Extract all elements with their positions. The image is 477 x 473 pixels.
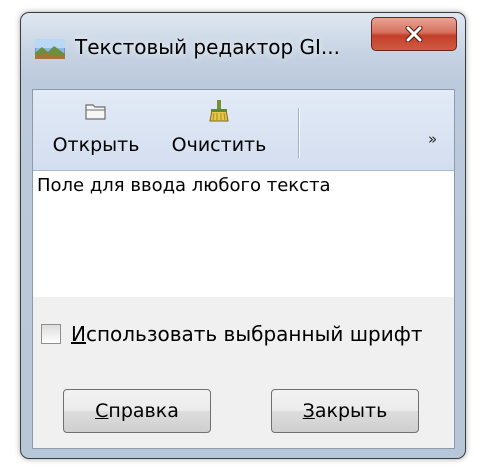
broom-icon [209,100,229,122]
use-selected-font-label: Использовать выбранный шрифт [71,322,422,346]
folder-icon [85,104,106,120]
dialog-window: Текстовый редактор GI... Открыть Очистит… [20,12,466,459]
close-label: акрыть [314,400,388,422]
close-button[interactable]: Закрыть [271,389,419,433]
close-window-button[interactable] [371,17,457,51]
close-mnemonic: З [302,400,315,422]
checkbox-label-text: спользовать выбранный шрифт [85,322,423,346]
toolbar: Открыть Очистить » [33,90,454,171]
use-selected-font-checkbox[interactable] [41,324,61,344]
title-bar[interactable]: Текстовый редактор GI... [21,13,465,79]
clear-button[interactable]: Очистить [157,90,281,170]
help-label: правка [108,400,179,422]
landscape-icon [35,39,65,59]
checkbox-mnemonic: И [71,322,86,346]
open-label: Открыть [52,134,140,156]
open-button[interactable]: Открыть [41,90,151,170]
editor-text: Поле для ввода любого текста [37,175,331,196]
use-selected-font-option[interactable]: Использовать выбранный шрифт [41,322,422,346]
text-editor[interactable]: Поле для ввода любого текста [33,171,454,297]
clear-label: Очистить [171,134,267,156]
toolbar-overflow-button[interactable]: » [428,130,437,148]
help-mnemonic: С [95,400,109,422]
toolbar-separator [298,108,299,158]
help-button[interactable]: Справка [63,389,211,433]
close-icon [405,26,423,42]
client-area: Открыть Очистить » Поле для ввода любого… [32,89,455,449]
window-title: Текстовый редактор GI... [75,35,340,59]
